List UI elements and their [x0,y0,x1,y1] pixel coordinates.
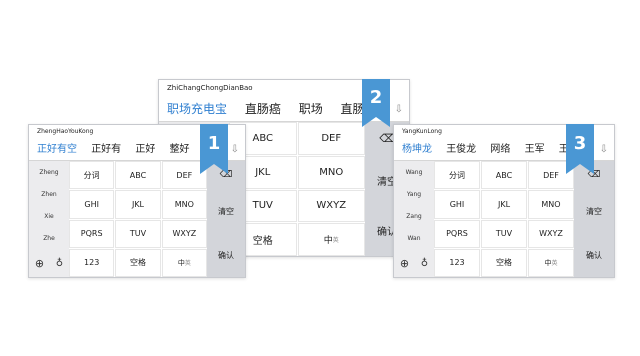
candidate-4[interactable]: 整好 [170,139,190,160]
key-lang-sublabel: 英 [332,237,339,245]
candidate-4[interactable]: 直肠 [341,97,365,121]
clear-button[interactable]: 清空 [207,189,245,233]
key-pqrs[interactable]: PQRS [434,219,480,248]
candidate-2[interactable]: 正好有 [91,139,121,160]
syllable-3[interactable]: Zang [394,205,434,227]
key-pqrs[interactable]: PQRS [69,219,115,248]
badge-1: 1 [200,124,228,174]
key-lang[interactable]: 中英 [297,223,365,256]
syllable-1[interactable]: Wang [394,161,434,183]
chevron-down-icon[interactable]: ⇩ [600,139,608,160]
key-lang[interactable]: 中英 [161,248,207,277]
globe-icon[interactable]: ⊕ [35,257,44,270]
key-grid: 分词 ABC DEF GHI JKL MNO PQRS TUV WXYZ 123… [69,161,207,277]
badge-3: 3 [566,124,594,174]
confirm-button[interactable]: 确认 [207,233,245,277]
syllable-4[interactable]: Zhe [29,227,69,249]
key-lang-label: 中 [177,258,185,267]
right-column: ⌫ 清空 确认 [574,161,614,277]
syllable-3[interactable]: Xie [29,205,69,227]
clear-button[interactable]: 清空 [574,189,614,233]
candidate-3[interactable]: 网络 [490,139,510,160]
key-grid: 分词 ABC DEF GHI JKL MNO PQRS TUV WXYZ 123… [434,161,574,277]
key-tuv[interactable]: TUV [115,219,161,248]
key-segment[interactable]: 分词 [69,161,115,190]
key-abc[interactable]: ABC [115,161,161,190]
key-wxyz[interactable]: WXYZ [161,219,207,248]
candidate-4[interactable]: 王军 [525,139,545,160]
syllable-2[interactable]: Zhen [29,183,69,205]
microphone-icon[interactable]: ♁ [421,258,428,269]
key-mno[interactable]: MNO [528,190,574,219]
key-ghi[interactable]: GHI [434,190,480,219]
confirm-button[interactable]: 确认 [574,233,614,277]
key-lang-sublabel: 英 [551,260,558,268]
candidate-2[interactable]: 王俊龙 [446,139,476,160]
syllable-1[interactable]: Zheng [29,161,69,183]
key-123[interactable]: 123 [69,248,115,277]
key-ghi[interactable]: GHI [69,190,115,219]
key-mno[interactable]: MNO [297,155,365,189]
key-abc[interactable]: ABC [481,161,527,190]
key-jkl[interactable]: JKL [481,190,527,219]
key-space[interactable]: 空格 [481,248,527,277]
key-segment[interactable]: 分词 [434,161,480,190]
chevron-down-icon[interactable]: ⇩ [395,97,403,121]
syllable-column: Wang Yang Zang Wan ⊕ ♁ [394,161,434,277]
key-lang-sublabel: 英 [184,260,191,268]
syllable-2[interactable]: Yang [394,183,434,205]
microphone-icon[interactable]: ♁ [56,258,63,269]
candidate-3[interactable]: 正好 [135,139,155,160]
key-lang-label: 中 [544,258,552,267]
candidate-1[interactable]: 杨坤龙 [402,139,432,160]
candidate-1[interactable]: 正好有空 [37,139,77,160]
key-wxyz[interactable]: WXYZ [297,189,365,223]
chevron-down-icon[interactable]: ⇩ [231,139,239,160]
bottom-icons: ⊕ ♁ [394,249,434,277]
candidate-3[interactable]: 职场 [299,97,323,121]
key-space[interactable]: 空格 [115,248,161,277]
badge-2: 2 [362,79,390,127]
candidate-2[interactable]: 直肠癌 [245,97,281,121]
key-grid: ABC DEF JKL MNO TUV WXYZ 空格 中英 [229,122,365,256]
key-jkl[interactable]: JKL [115,190,161,219]
right-column: ⌫ 清空 确认 [207,161,245,277]
key-lang-label: 中 [323,236,333,247]
key-123[interactable]: 123 [434,248,480,277]
bottom-icons: ⊕ ♁ [29,249,69,277]
key-mno[interactable]: MNO [161,190,207,219]
key-def[interactable]: DEF [297,122,365,155]
syllable-column: Zheng Zhen Xie Zhe ⊕ ♁ [29,161,69,277]
key-wxyz[interactable]: WXYZ [528,219,574,248]
candidate-1[interactable]: 职场充电宝 [167,97,227,121]
key-lang[interactable]: 中英 [528,248,574,277]
syllable-4[interactable]: Wan [394,227,434,249]
globe-icon[interactable]: ⊕ [400,257,409,270]
key-tuv[interactable]: TUV [481,219,527,248]
